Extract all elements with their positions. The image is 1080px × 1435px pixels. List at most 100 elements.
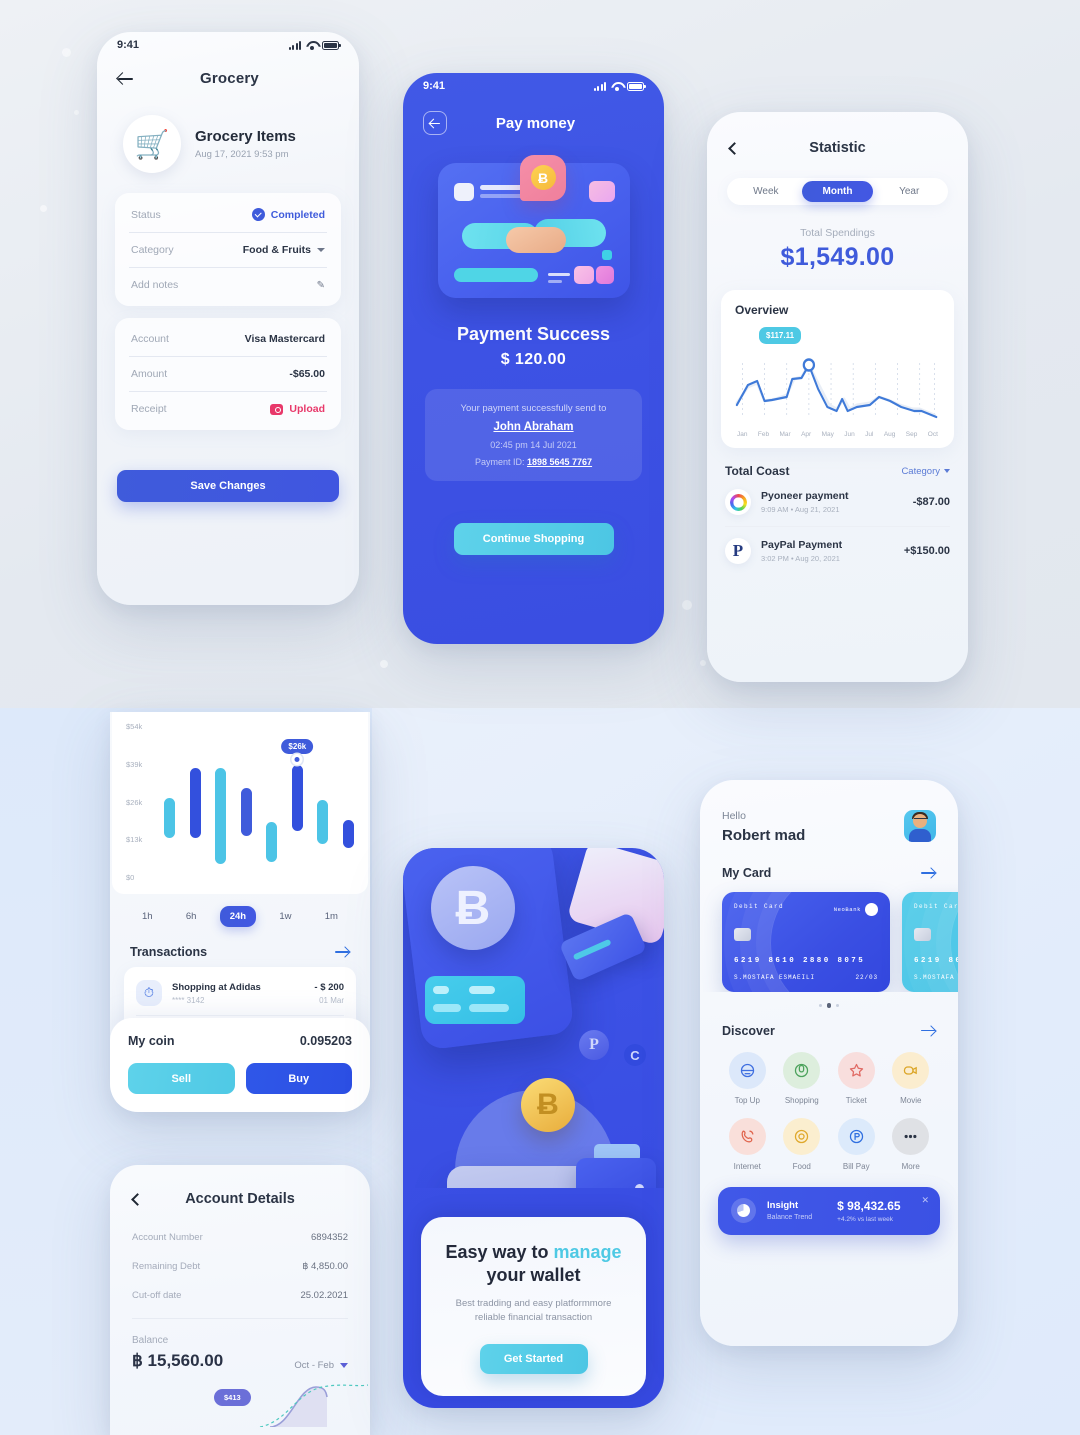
transaction-row[interactable]: P PayPal Payment 3:02 PM • Aug 20, 2021 …	[725, 527, 950, 575]
x-tick: Aug	[883, 431, 896, 438]
x-tick: Jan	[737, 431, 748, 438]
card-dash	[547, 280, 562, 283]
crypto-bar-chart-card: $54k $39k $26k $13k $0 $26k	[112, 712, 368, 894]
row-category[interactable]: Category Food & Fruits	[129, 233, 327, 268]
grocery-item-name: Grocery Items	[195, 128, 296, 145]
discover-item-topup[interactable]: Top Up	[720, 1051, 775, 1105]
insight-card[interactable]: Insight Balance Trend $ 98,432.65 +4.2% …	[718, 1186, 940, 1235]
grocery-details-card: Status Completed Category Food & Fruits …	[115, 193, 341, 306]
pie-chart-icon	[731, 1198, 756, 1223]
arrow-right-icon[interactable]	[921, 1025, 936, 1036]
range-1w[interactable]: 1w	[269, 906, 301, 927]
my-coin-sheet: My coin 0.095203 Sell Buy	[110, 1018, 370, 1112]
balance-range-label: Oct - Feb	[294, 1360, 334, 1371]
bar-item[interactable]	[215, 768, 227, 864]
list-item[interactable]: ⏱ Shopping at Adidas **** 3142 - $ 200 0…	[136, 971, 344, 1016]
card-expiry: 22/03	[855, 974, 878, 981]
card-holder: S.MOSTAFA E	[914, 974, 958, 981]
greeting-label: Hello	[722, 810, 746, 822]
discover-title: Discover	[722, 1023, 775, 1038]
balance-value: ฿ 15,560.00	[132, 1351, 224, 1370]
discover-label: Movie	[900, 1095, 922, 1105]
total-coast-header: Total Coast Category	[725, 464, 950, 478]
transaction-name: Pyoneer payment	[761, 490, 849, 502]
close-icon[interactable]: ✕	[921, 1195, 929, 1206]
bank-card[interactable]: Debit Card 6219 86 S.MOSTAFA E	[902, 892, 958, 992]
discover-item-billpay[interactable]: Bill Pay	[829, 1117, 884, 1171]
row-label: Category	[131, 244, 174, 256]
get-started-button[interactable]: Get Started	[479, 1344, 588, 1374]
row-add-notes[interactable]: Add notes ✎	[129, 268, 327, 302]
balance-range-dropdown[interactable]: Oct - Feb	[294, 1360, 348, 1371]
range-6h[interactable]: 6h	[176, 906, 207, 927]
bar-item[interactable]	[240, 788, 252, 836]
discover-item-internet[interactable]: Internet	[720, 1117, 775, 1171]
discover-item-food[interactable]: Food	[775, 1117, 830, 1171]
range-1m[interactable]: 1m	[315, 906, 348, 927]
row-account[interactable]: Account Visa Mastercard	[129, 322, 327, 357]
bar-item-highlighted[interactable]: $26k	[281, 739, 314, 831]
bank-card[interactable]: Debit Card NeoBank 6219 8610 2880 8075 S…	[722, 892, 890, 992]
transaction-row[interactable]: Pyoneer payment 9:09 AM • Aug 21, 2021 -…	[725, 478, 950, 527]
save-changes-button[interactable]: Save Changes	[117, 470, 339, 502]
transaction-amount: +$150.00	[903, 545, 950, 557]
food-icon	[783, 1117, 821, 1155]
range-24h[interactable]: 24h	[219, 906, 257, 927]
camera-icon[interactable]	[270, 403, 284, 415]
row-label: Account Number	[132, 1232, 203, 1243]
x-tick: Apr	[801, 431, 812, 438]
bar-item[interactable]	[189, 768, 201, 838]
sell-button[interactable]: Sell	[128, 1063, 235, 1094]
amount-value: -$65.00	[289, 368, 325, 380]
my-coin-value: 0.095203	[299, 1034, 352, 1048]
back-arrow-icon[interactable]	[117, 70, 134, 87]
bar-item[interactable]	[164, 798, 175, 838]
card-holder: S.MOSTAFA ESMAEILI	[734, 974, 816, 981]
account-rows: Account Number 6894352 Remaining Debt ฿ …	[110, 1213, 370, 1310]
bar-item[interactable]	[266, 822, 278, 862]
pencil-icon[interactable]: ✎	[317, 280, 325, 291]
row-value: 6894352	[311, 1232, 348, 1243]
bar-item[interactable]	[317, 800, 329, 844]
row-account-number: Account Number 6894352	[132, 1223, 348, 1252]
discover-label: Food	[792, 1161, 811, 1171]
discover-item-shopping[interactable]: Shopping	[775, 1051, 830, 1105]
row-label: Amount	[131, 368, 168, 380]
segment-year[interactable]: Year	[873, 181, 945, 202]
y-tick: $39k	[126, 759, 143, 769]
chevron-down-icon[interactable]	[317, 248, 325, 252]
continue-shopping-button[interactable]: Continue Shopping	[453, 523, 614, 555]
upload-link[interactable]: Upload	[289, 403, 325, 415]
insight-amount: $ 98,432.65	[837, 1198, 901, 1213]
row-value: 25.02.2021	[300, 1290, 348, 1301]
buy-button[interactable]: Buy	[245, 1063, 352, 1094]
category-value: Food & Fruits	[242, 244, 311, 256]
bar-item[interactable]	[342, 820, 354, 848]
card-brand: NeoBank	[834, 903, 878, 916]
discover-item-more[interactable]: More	[884, 1117, 939, 1171]
ticket-icon	[837, 1051, 875, 1089]
card-number: 6219 86	[914, 957, 958, 965]
discover-item-ticket[interactable]: Ticket	[829, 1051, 884, 1105]
page-title: Account Details	[185, 1191, 295, 1207]
arrow-right-icon[interactable]	[335, 947, 350, 958]
avatar[interactable]	[904, 810, 936, 842]
status-badge: Completed	[270, 208, 325, 221]
row-status[interactable]: Status Completed	[129, 197, 327, 233]
discover-item-movie[interactable]: Movie	[884, 1051, 939, 1105]
row-receipt[interactable]: Receipt Upload	[129, 392, 327, 426]
arrow-right-icon[interactable]	[921, 868, 936, 879]
headline-accent: manage	[553, 1241, 622, 1262]
segment-week[interactable]: Week	[730, 181, 802, 202]
user-name: Robert mad	[722, 827, 806, 844]
insight-subtitle: Balance Trend	[767, 1214, 813, 1221]
category-dropdown-label: Category	[901, 465, 940, 477]
segment-month[interactable]: Month	[801, 181, 874, 202]
range-1h[interactable]: 1h	[132, 906, 163, 927]
category-dropdown[interactable]: Category	[901, 466, 950, 477]
status-bar: 9:41	[403, 73, 664, 99]
wifi-icon	[306, 41, 317, 50]
shopping-cart-icon: 🛒	[123, 115, 181, 173]
card-carousel[interactable]: Debit Card NeoBank 6219 8610 2880 8075 S…	[700, 880, 958, 992]
bar-series: $26k	[164, 726, 354, 878]
